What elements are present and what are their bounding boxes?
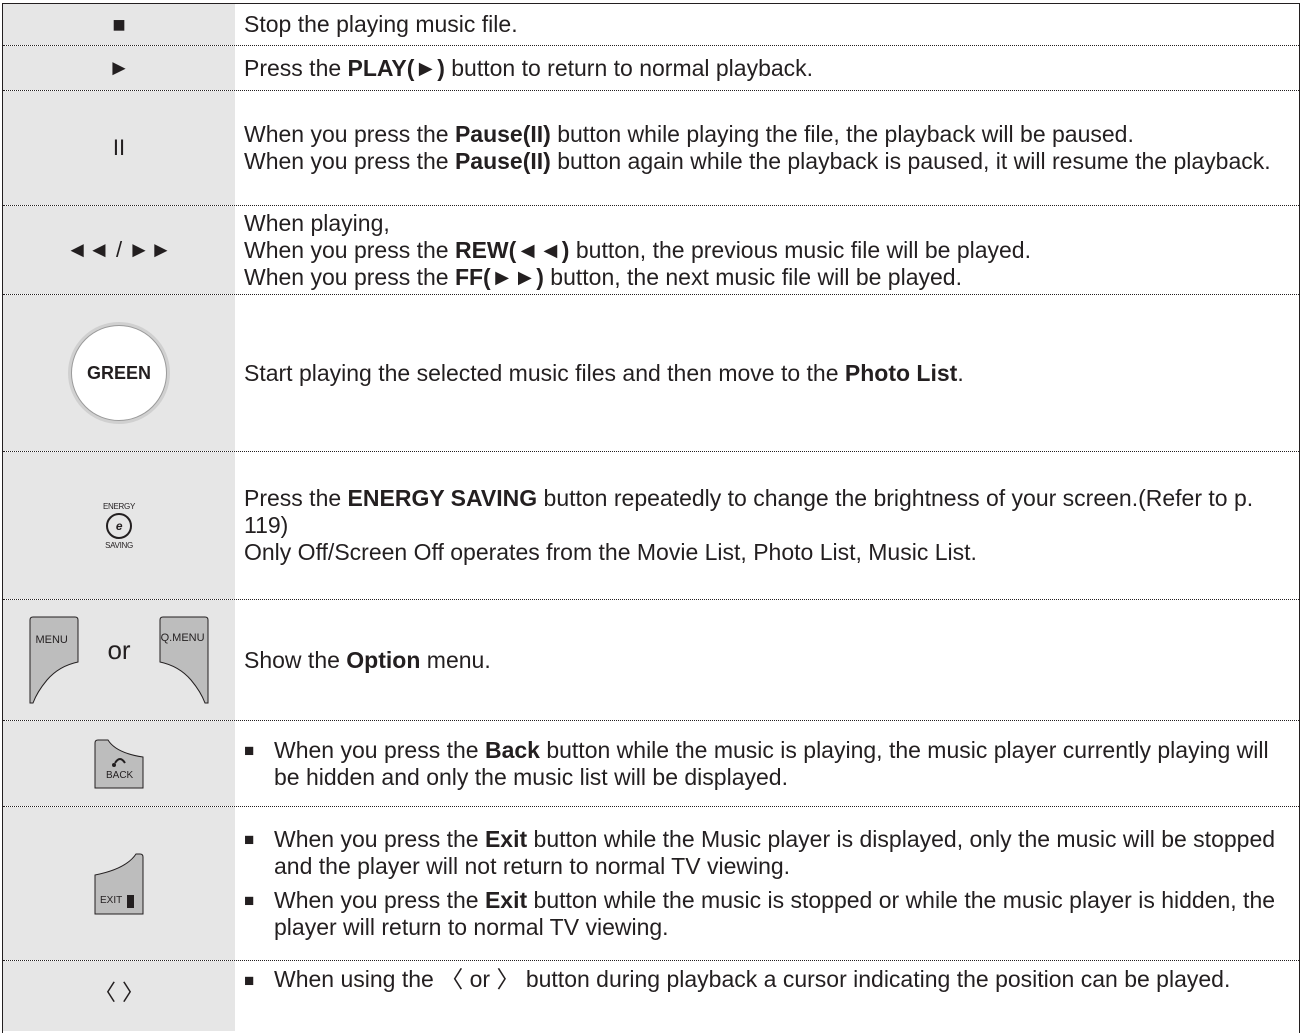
menu-icon-cell: MENU or Q.MENU — [3, 600, 235, 720]
bullet-item: ■ When you press the Exit button while t… — [244, 887, 1276, 940]
description-cell: ■ When using the 〈 or 〉 button during pl… — [235, 961, 1299, 1031]
description-cell: Press the PLAY(►) button to return to no… — [235, 46, 1299, 90]
pause-icon: II — [112, 135, 126, 160]
description-text: Show the Option menu. — [244, 646, 491, 673]
description-text: Press the ENERGY SAVING button repeatedl… — [244, 485, 1254, 538]
description-cell: ■ When you press the Exit button while t… — [235, 807, 1299, 960]
table-row: EXIT ■ When you press the Exit button wh… — [3, 807, 1299, 961]
description-text: When you press the Pause(II) button agai… — [244, 148, 1271, 174]
bullet-item: ■ When you press the Exit button while t… — [244, 826, 1276, 879]
description-cell: Start playing the selected music files a… — [235, 295, 1299, 451]
play-icon: ► — [108, 55, 130, 80]
description-text: Start playing the selected music files a… — [244, 359, 964, 386]
stop-icon-cell: ■ — [3, 4, 235, 45]
table-row: 〈 〉 ■ When using the 〈 or 〉 button durin… — [3, 961, 1299, 1031]
back-key-icon: BACK — [94, 739, 144, 789]
bullet-item: ■ When using the 〈 or 〉 button during pl… — [244, 966, 1231, 992]
green-icon-cell: GREEN — [3, 295, 235, 451]
table-row: ► Press the PLAY(►) button to return to … — [3, 46, 1299, 91]
table-row: ENERGY e SAVING Press the ENERGY SAVING … — [3, 452, 1299, 600]
qmenu-key-icon: Q.MENU — [159, 616, 209, 704]
description-text: Press the PLAY(►) button to return to no… — [244, 54, 814, 81]
or-text: or — [107, 634, 131, 665]
green-button-icon: GREEN — [71, 325, 167, 421]
rew-ff-icon: ◄◄ / ►► — [66, 237, 172, 262]
description-text: When you press the Pause(II) button whil… — [244, 121, 1134, 147]
description-cell: ■ When you press the Back button while t… — [235, 721, 1299, 806]
description-cell: When playing, When you press the REW(◄◄)… — [235, 206, 1299, 294]
arrow-keys-icon-cell: 〈 〉 — [3, 961, 235, 1031]
table-row: BACK ■ When you press the Back button wh… — [3, 721, 1299, 807]
leaf-icon: e — [106, 512, 132, 539]
table-row: MENU or Q.MENU Show the Option menu. — [3, 600, 1299, 721]
description-text: When you press the FF(►►) button, the ne… — [244, 263, 962, 290]
left-right-arrows-icon: 〈 〉 — [93, 980, 145, 1005]
energy-saving-icon-cell: ENERGY e SAVING — [3, 452, 235, 599]
pause-icon-cell: II — [3, 91, 235, 205]
description-text: When playing, — [244, 209, 390, 236]
table-row: ◄◄ / ►► When playing, When you press the… — [3, 206, 1299, 295]
table-row: II When you press the Pause(II) button w… — [3, 91, 1299, 206]
bullet-item: ■ When you press the Back button while t… — [244, 736, 1269, 790]
description-text: When you press the REW(◄◄) button, the p… — [244, 236, 1031, 263]
description-cell: Press the ENERGY SAVING button repeatedl… — [235, 452, 1299, 599]
description-text: Only Off/Screen Off operates from the Mo… — [244, 539, 977, 565]
rew-ff-icon-cell: ◄◄ / ►► — [3, 206, 235, 294]
exit-key-icon: EXIT — [94, 853, 144, 915]
description-cell: Show the Option menu. — [235, 600, 1299, 720]
description-text: Stop the playing music file. — [244, 11, 518, 37]
remote-button-table: ■ Stop the playing music file. ► Press t… — [2, 3, 1300, 1033]
energy-label: ENERGY — [103, 501, 135, 511]
description-cell: When you press the Pause(II) button whil… — [235, 91, 1299, 205]
exit-icon-cell: EXIT — [3, 807, 235, 960]
menu-key-icon: MENU — [29, 616, 79, 704]
stop-icon: ■ — [112, 11, 126, 37]
saving-label: SAVING — [105, 540, 133, 550]
energy-saving-icon: ENERGY e SAVING — [103, 502, 135, 550]
table-row: ■ Stop the playing music file. — [3, 4, 1299, 46]
back-icon-cell: BACK — [3, 721, 235, 806]
description-cell: Stop the playing music file. — [235, 4, 1299, 45]
play-icon-cell: ► — [3, 46, 235, 90]
table-row: GREEN Start playing the selected music f… — [3, 295, 1299, 452]
